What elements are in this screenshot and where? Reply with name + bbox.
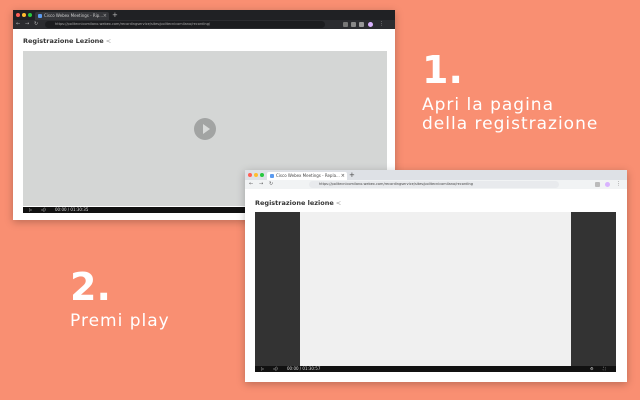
- step-1-line-1: Apri la pagina: [422, 95, 554, 115]
- star-icon[interactable]: [595, 182, 600, 187]
- maximize-window-button[interactable]: [260, 173, 264, 177]
- page-title: Registrazione lezione <: [255, 199, 341, 207]
- minimize-window-button[interactable]: [22, 13, 26, 17]
- page-title-text: Registrazione Lezione: [23, 37, 104, 45]
- minimize-window-button[interactable]: [254, 173, 258, 177]
- address-bar-row: ← → ↻ https://politecnicomilano.webex.co…: [13, 20, 395, 29]
- tab-title: Cisco Webex Meetings - Repla...: [276, 173, 340, 178]
- close-window-button[interactable]: [16, 13, 20, 17]
- browser-tab[interactable]: Cisco Webex Meetings - Repla... ×: [267, 172, 347, 180]
- step-1-line-2: della registrazione: [422, 114, 599, 134]
- letterbox-left: [255, 212, 300, 366]
- plus-icon[interactable]: +: [349, 170, 355, 180]
- volume-icon[interactable]: ◁): [273, 366, 278, 372]
- step-2-number: 2.: [70, 265, 111, 309]
- avatar[interactable]: [368, 22, 373, 27]
- forward-arrow-icon[interactable]: →: [25, 20, 29, 29]
- tab-bar: Cisco Webex Meetings - Rip... × +: [13, 10, 395, 20]
- more-menu-icon[interactable]: ⋮: [616, 180, 621, 189]
- time-display: 00:00 / 01:30:57: [287, 366, 321, 371]
- tab-title: Cisco Webex Meetings - Rip...: [44, 13, 104, 18]
- browser-window-playing: Cisco Webex Meetings - Repla... × + ← → …: [245, 170, 627, 382]
- reload-icon[interactable]: ↻: [34, 20, 38, 29]
- more-menu-icon[interactable]: ⋮: [379, 20, 384, 29]
- webex-favicon-icon: [38, 14, 42, 18]
- browser-tab[interactable]: Cisco Webex Meetings - Rip... ×: [35, 12, 109, 20]
- share-icon[interactable]: <: [106, 37, 111, 45]
- settings-icon[interactable]: ⚙: [590, 366, 594, 372]
- window-controls: [16, 13, 32, 17]
- url-input[interactable]: https://politecnicomilano.webex.com/reco…: [45, 21, 325, 28]
- time-display: 00:00 / 01:30:35: [55, 207, 89, 212]
- page-title-text: Registrazione lezione: [255, 199, 334, 207]
- url-text: https://politecnicomilano.webex.com/reco…: [55, 22, 211, 26]
- webex-favicon-icon: [270, 174, 274, 178]
- volume-icon[interactable]: ◁): [41, 207, 46, 213]
- page-title: Registrazione Lezione <: [23, 37, 111, 45]
- close-icon[interactable]: ×: [103, 12, 107, 20]
- back-arrow-icon[interactable]: ←: [249, 180, 253, 189]
- close-window-button[interactable]: [248, 173, 252, 177]
- maximize-window-button[interactable]: [28, 13, 32, 17]
- step-1-number: 1.: [422, 48, 463, 92]
- extension-icon[interactable]: [343, 22, 348, 27]
- play-button[interactable]: ▷: [29, 207, 32, 213]
- share-icon[interactable]: <: [336, 199, 341, 207]
- play-icon[interactable]: [194, 117, 216, 140]
- video-controls: ▷ ◁) 00:00 / 01:30:57 ⚙ ⛶: [255, 366, 616, 372]
- forward-arrow-icon[interactable]: →: [259, 180, 263, 189]
- back-arrow-icon[interactable]: ←: [16, 20, 20, 29]
- extension-icon[interactable]: [359, 22, 364, 27]
- extension-icon[interactable]: [351, 22, 356, 27]
- url-input[interactable]: https://politecnicomilano.webex.com/reco…: [309, 181, 559, 188]
- fullscreen-icon[interactable]: ⛶: [603, 366, 606, 372]
- video-player[interactable]: [255, 212, 616, 366]
- window-controls: [248, 173, 264, 177]
- play-button[interactable]: ▷: [261, 366, 264, 372]
- address-bar-row: ← → ↻ https://politecnicomilano.webex.co…: [245, 180, 627, 189]
- letterbox-right: [571, 212, 616, 366]
- close-icon[interactable]: ×: [341, 172, 345, 180]
- url-text: https://politecnicomilano.webex.com/reco…: [319, 182, 473, 186]
- plus-icon[interactable]: +: [112, 10, 118, 20]
- reload-icon[interactable]: ↻: [269, 180, 273, 189]
- step-2-line-1: Premi play: [70, 311, 170, 331]
- tab-bar: Cisco Webex Meetings - Repla... × +: [245, 170, 627, 180]
- avatar[interactable]: [605, 182, 610, 187]
